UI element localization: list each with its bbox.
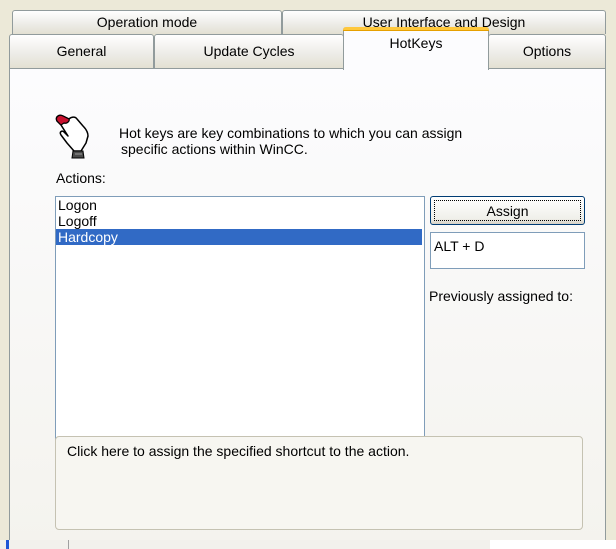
tab-label: Operation mode xyxy=(96,14,198,30)
actions-label: Actions: xyxy=(56,170,106,186)
description-line-1: Hot keys are key combinations to which y… xyxy=(119,125,463,141)
tab-label: Update Cycles xyxy=(203,43,295,59)
assign-button-label: Assign xyxy=(486,202,529,219)
hotkeys-tab-page: Hot keys are key combinations to which y… xyxy=(9,68,606,548)
assign-button[interactable]: Assign xyxy=(430,196,585,225)
tab-update-cycles[interactable]: Update Cycles xyxy=(154,34,344,68)
list-item-logoff[interactable]: Logoff xyxy=(56,213,424,229)
tab-options[interactable]: Options xyxy=(488,34,606,68)
tab-label: Options xyxy=(522,43,572,59)
list-item-logon[interactable]: Logon xyxy=(56,197,424,213)
tab-operation-mode[interactable]: Operation mode xyxy=(12,10,282,34)
description-line-2: specific actions within WinCC. xyxy=(121,141,308,157)
tab-label: General xyxy=(56,43,107,59)
status-divider xyxy=(68,540,69,549)
hand-pointer-icon xyxy=(55,114,89,159)
previously-assigned-label: Previously assigned to: xyxy=(429,288,573,304)
help-text: Click here to assign the specified short… xyxy=(67,443,410,459)
tab-hotkeys[interactable]: HotKeys xyxy=(343,27,489,70)
tab-general[interactable]: General xyxy=(9,34,154,68)
list-item-hardcopy[interactable]: Hardcopy xyxy=(56,229,422,245)
status-marker xyxy=(6,540,9,549)
status-white-area xyxy=(490,540,616,549)
hotkeys-description: Hot keys are key combinations to which y… xyxy=(119,125,462,157)
help-text-box: Click here to assign the specified short… xyxy=(55,436,583,530)
hotkey-input[interactable]: ALT + D xyxy=(430,232,585,269)
tab-label: HotKeys xyxy=(389,35,443,51)
